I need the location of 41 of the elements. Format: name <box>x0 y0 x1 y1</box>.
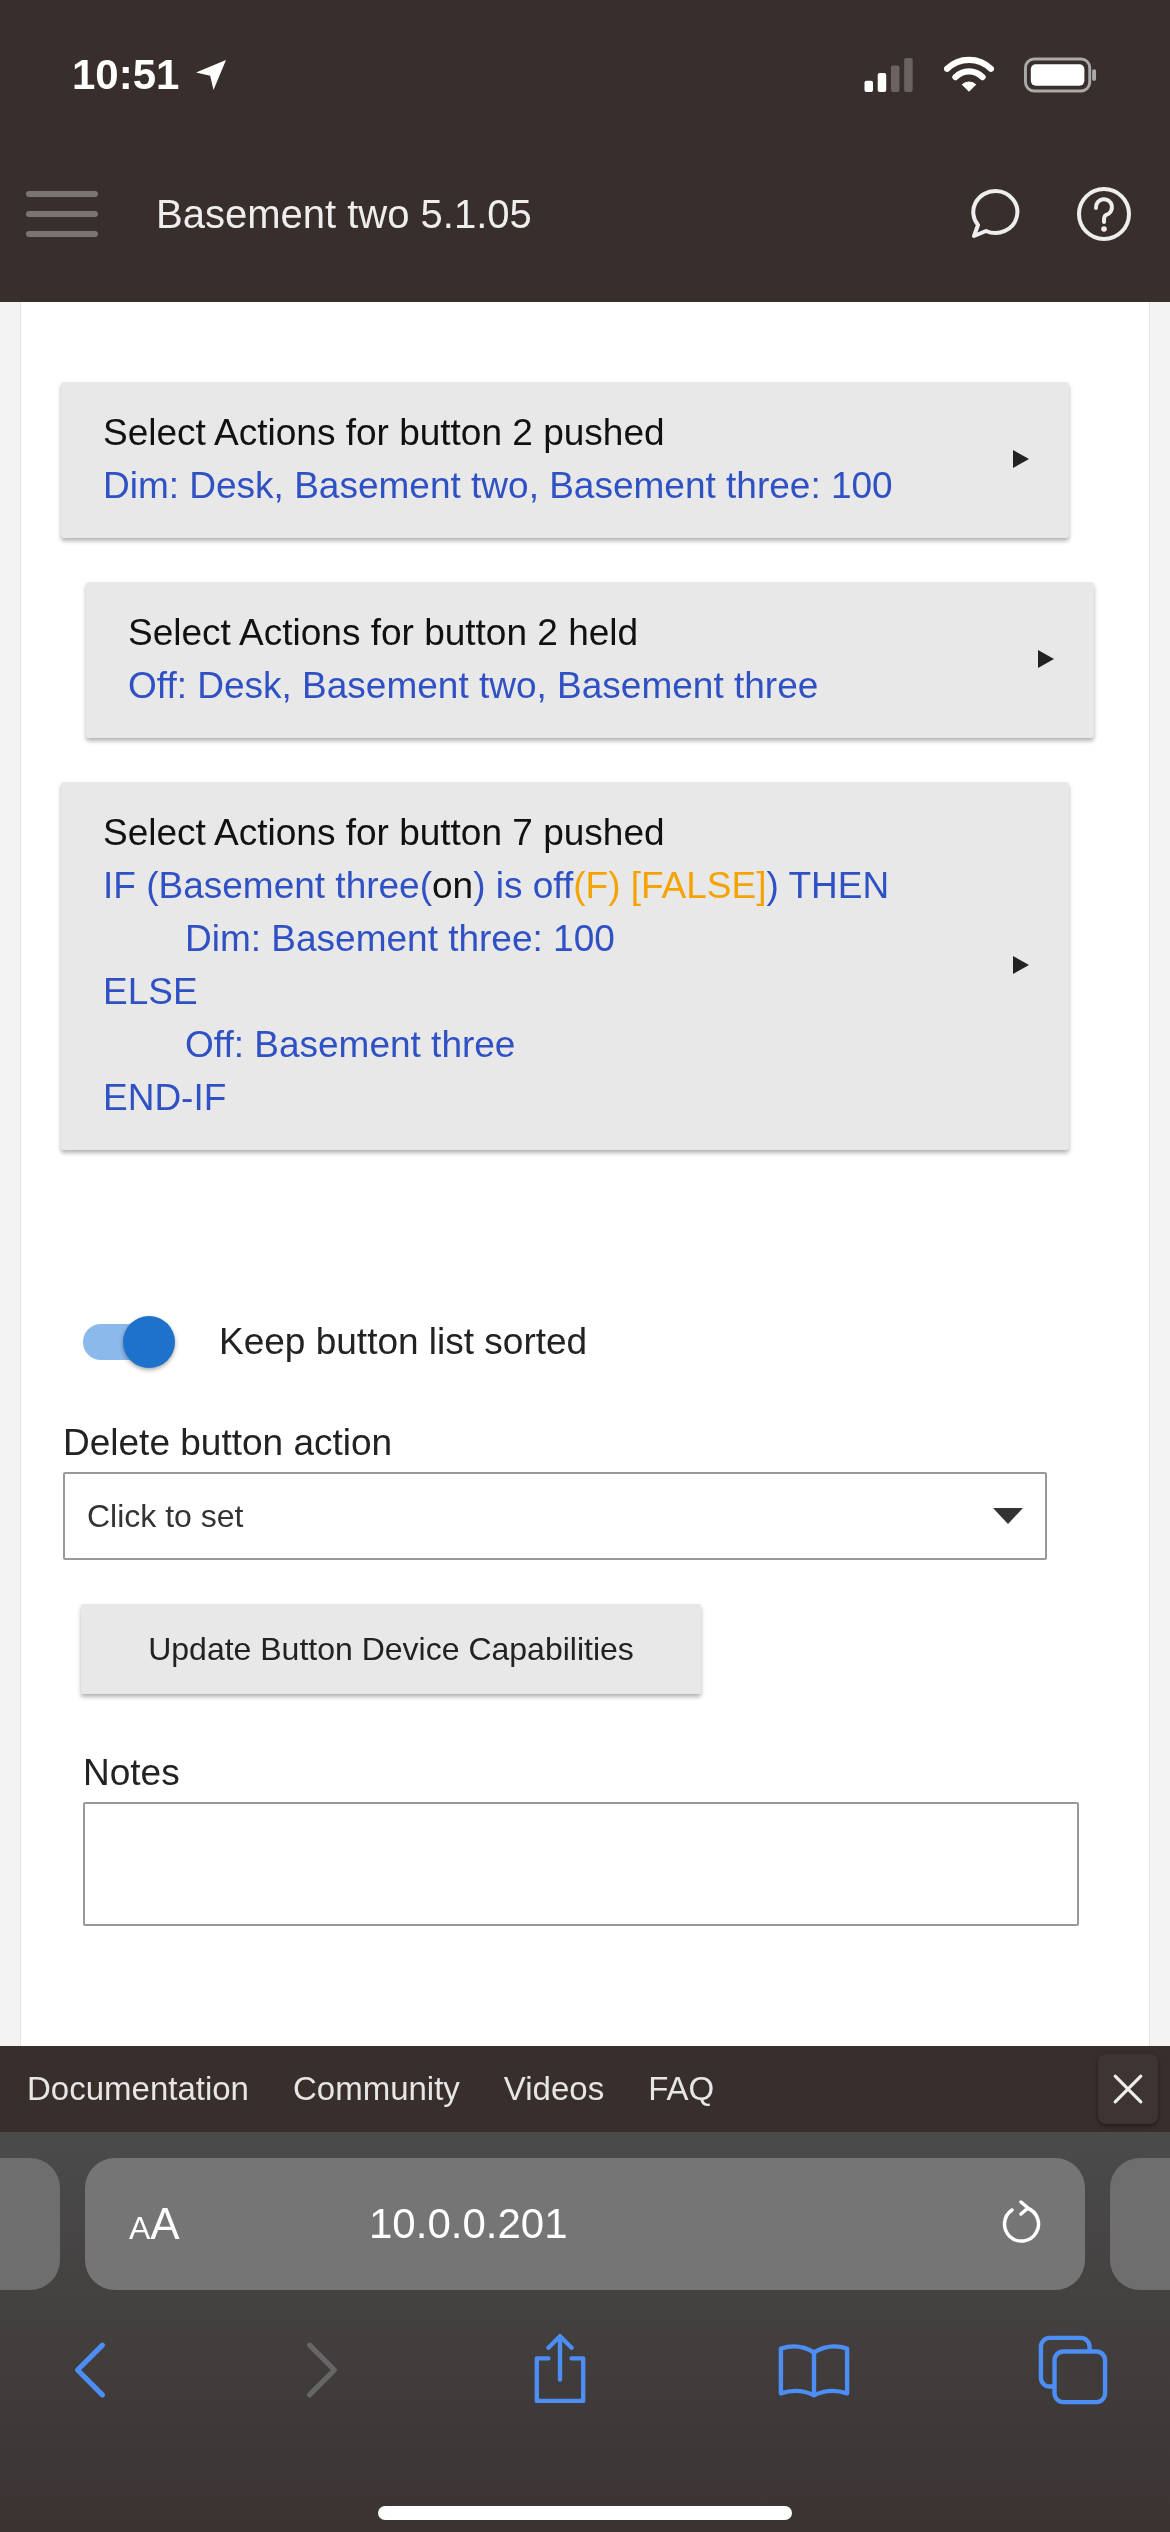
close-icon <box>1112 2073 1144 2105</box>
text-size-button[interactable]: AA <box>129 2199 309 2249</box>
address-bar[interactable]: AA 10.0.0.201 <box>85 2158 1085 2290</box>
action-line: IF (Basement three(on) is off(F) [FALSE]) THEN <box>103 864 891 908</box>
card-title: Select Actions for button 7 pushed <box>103 811 666 855</box>
notes-field[interactable] <box>83 1802 1079 1926</box>
help-link[interactable]: FAQ <box>648 2070 715 2108</box>
update-capabilities-button[interactable]: Update Button Device Capabilities <box>81 1604 701 1694</box>
status-time: 10:51 <box>72 51 180 99</box>
action-card[interactable]: Select Actions for button 2 held Off: Desk, Basement two, Basement three <box>86 582 1094 738</box>
battery-icon <box>1024 57 1098 93</box>
toggle-label: Keep button list sorted <box>219 1321 588 1363</box>
signal-icon <box>864 58 916 92</box>
wifi-icon <box>944 56 994 94</box>
app-title: Basement two 5.1.05 <box>156 191 532 237</box>
help-link[interactable]: Videos <box>503 2070 605 2108</box>
sort-toggle[interactable] <box>83 1314 175 1370</box>
help-link[interactable]: Community <box>292 2070 460 2108</box>
action-line: Off: Desk, Basement two, Basement three <box>128 664 820 708</box>
expand-arrow-icon <box>1013 956 1029 974</box>
tabs-icon[interactable] <box>1038 2335 1108 2405</box>
help-icon[interactable] <box>1076 186 1132 242</box>
action-card[interactable]: Select Actions for button 2 pushed Dim: Desk, Basement two, Basement three: 100 <box>61 382 1069 538</box>
action-line: Dim: Basement three: 100 <box>184 917 616 961</box>
dropdown-caret-icon <box>993 1508 1023 1524</box>
field-label: Delete button action <box>63 1422 394 1464</box>
url-text: 10.0.0.201 <box>369 2200 569 2248</box>
close-button[interactable] <box>1098 2054 1158 2124</box>
menu-icon[interactable] <box>26 191 98 237</box>
card-title: Select Actions for button 2 held <box>128 611 640 655</box>
card-title: Select Actions for button 2 pushed <box>103 411 666 455</box>
action-line: END-IF <box>103 1076 228 1120</box>
delete-action-select[interactable]: Click to set <box>63 1472 1047 1560</box>
expand-arrow-icon <box>1013 450 1029 468</box>
action-line: Dim: Desk, Basement two, Basement three: 100 <box>103 464 894 508</box>
action-line: ELSE <box>103 970 199 1014</box>
expand-arrow-icon <box>1038 650 1054 668</box>
action-card[interactable]: Select Actions for button 7 pushed IF (Basement three(on) is off(F) [FALSE]) THEN Dim: Basement three: 100 ELSE Off: Basement three END-IF <box>61 782 1069 1150</box>
action-line: Off: Basement three <box>184 1023 517 1067</box>
notes-label: Notes <box>83 1752 181 1794</box>
help-link[interactable]: Documentation <box>27 2070 249 2108</box>
